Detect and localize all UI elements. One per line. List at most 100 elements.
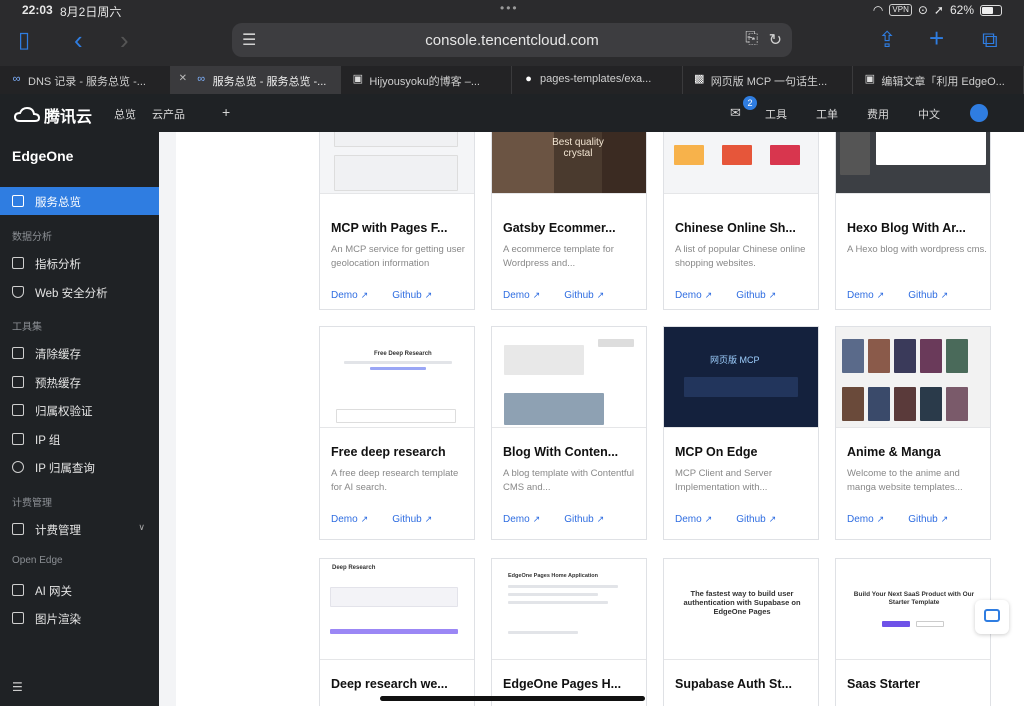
card-links: Demo ↗ Github ↗ (503, 290, 604, 301)
sidebar-item-overview[interactable]: 服务总览 (0, 187, 159, 215)
github-link[interactable]: Github ↗ (736, 514, 776, 525)
nav-tools[interactable]: 工具 (765, 106, 787, 122)
card-title[interactable]: Blog With Conten... (503, 445, 618, 459)
chevron-down-icon: ∨ (138, 522, 145, 532)
card-links: Demo ↗ Github ↗ (675, 290, 776, 301)
template-card[interactable]: Blog With Conten... A blog template with… (491, 326, 647, 540)
github-link[interactable]: Github ↗ (908, 290, 948, 301)
card-description: A list of popular Chinese online shoppin… (675, 244, 806, 269)
sidebar-item-metrics[interactable]: 指标分析 (0, 249, 159, 277)
sidebar-item-ip-lookup[interactable]: IP 归属查询 (0, 453, 159, 481)
avatar[interactable] (970, 104, 988, 122)
demo-link[interactable]: Demo ↗ (503, 514, 540, 525)
nav-billing[interactable]: 费用 (867, 106, 889, 122)
nav-products[interactable]: 云产品 (152, 106, 185, 122)
card-title[interactable]: Deep research we... (331, 677, 448, 691)
address-bar[interactable]: ☰ console.tencentcloud.com ⎘ ↻ (232, 23, 792, 57)
sidebar-item-label: 归属权验证 (35, 406, 93, 418)
nav-overview[interactable]: 总览 (114, 106, 136, 122)
tabs-overview-icon[interactable]: ⧉ (982, 28, 998, 52)
mail-icon[interactable]: ✉ (730, 105, 741, 121)
reload-icon[interactable]: ↻ (769, 30, 782, 50)
sidebar-item-label: 服务总览 (35, 197, 81, 209)
card-title[interactable]: Anime & Manga (847, 445, 941, 459)
card-title[interactable]: Chinese Online Sh... (675, 221, 796, 235)
sidebar-item-image-render[interactable]: 图片渲染 (0, 604, 159, 632)
template-card[interactable]: Anime & Manga Welcome to the anime and m… (835, 326, 991, 540)
card-title[interactable]: MCP On Edge (675, 445, 757, 459)
demo-link[interactable]: Demo ↗ (675, 514, 712, 525)
template-card[interactable]: Build Your Next SaaS Product with Our St… (835, 558, 991, 706)
github-link[interactable]: Github ↗ (392, 514, 432, 525)
purge-icon (12, 347, 24, 359)
status-right: ◠ VPN ⊙ ➚ 62% (873, 3, 1002, 17)
nav-language[interactable]: 中文 (918, 106, 940, 122)
sidebar-item-ai-gateway[interactable]: AI 网关 (0, 576, 159, 604)
sidebar-section-tools: 工具集 (12, 322, 42, 333)
nav-tickets[interactable]: 工单 (816, 106, 838, 122)
card-title[interactable]: MCP with Pages F... (331, 221, 447, 235)
template-card[interactable]: EdgeOne Pages Home Application EdgeOne P… (491, 558, 647, 706)
blog-favicon-icon: ▣ (352, 73, 364, 85)
card-title[interactable]: Gatsby Ecommer... (503, 221, 616, 235)
tencent-cloud-logo[interactable]: 腾讯云 (14, 103, 92, 127)
sidebar-toggle-icon[interactable]: ▯ (18, 28, 30, 52)
tab-mcp[interactable]: ▩ 网页版 MCP 一句话生... (683, 66, 854, 94)
multitask-dots-icon[interactable]: ••• (500, 1, 519, 15)
sidebar-item-ownership[interactable]: 归属权验证 (0, 396, 159, 424)
demo-link[interactable]: Demo ↗ (847, 290, 884, 301)
verify-icon (12, 404, 24, 416)
home-indicator[interactable] (380, 696, 645, 701)
notification-badge: 2 (743, 96, 757, 110)
github-link[interactable]: Github ↗ (564, 290, 604, 301)
github-link[interactable]: Github ↗ (564, 514, 604, 525)
chat-support-button[interactable] (975, 600, 1009, 634)
github-link[interactable]: Github ↗ (392, 290, 432, 301)
github-icon: ● (525, 73, 532, 85)
card-thumbnail: Deep Research (320, 559, 474, 660)
share-icon[interactable]: ⇪ (878, 28, 896, 52)
back-icon[interactable]: ‹ (74, 27, 83, 53)
demo-link[interactable]: Demo ↗ (331, 290, 368, 301)
sidebar-item-billing[interactable]: 计费管理 ∨ (0, 515, 159, 543)
template-card[interactable]: Hexo Blog With Ar... A Hexo blog with wo… (835, 132, 991, 310)
sidebar-item-ip-group[interactable]: IP 组 (0, 425, 159, 453)
sidebar-item-prefetch-cache[interactable]: 预热缓存 (0, 368, 159, 396)
card-links: Demo ↗ Github ↗ (847, 514, 948, 525)
card-title[interactable]: Free deep research (331, 445, 446, 459)
tab-overview[interactable]: ✕ ∞ 服务总览 - 服务总览 -... (170, 66, 342, 94)
url-text[interactable]: console.tencentcloud.com (232, 32, 792, 49)
github-link[interactable]: Github ↗ (736, 290, 776, 301)
sidebar-item-purge-cache[interactable]: 清除缓存 (0, 339, 159, 367)
close-tab-icon[interactable]: ✕ (179, 73, 187, 84)
card-title[interactable]: Supabase Auth St... (675, 677, 792, 691)
template-card[interactable]: 网页版 MCP MCP On Edge MCP Client and Serve… (663, 326, 819, 540)
template-card[interactable]: Free Deep Research Free deep research A … (319, 326, 475, 540)
template-card[interactable]: Deep Research Deep research we... (319, 558, 475, 706)
tab-dns[interactable]: ∞ DNS 记录 - 服务总览 -... (0, 66, 171, 94)
cloud-logo-icon (14, 106, 40, 122)
mcp-favicon-icon: ▩ (693, 73, 705, 85)
demo-link[interactable]: Demo ↗ (503, 290, 540, 301)
demo-link[interactable]: Demo ↗ (675, 290, 712, 301)
card-description: Welcome to the anime and manga website t… (847, 468, 963, 493)
card-title[interactable]: EdgeOne Pages H... (503, 677, 621, 691)
tab-github[interactable]: ● pages-templates/exa... (512, 66, 683, 94)
collapse-sidebar-icon[interactable]: ☰ (12, 680, 23, 694)
template-card[interactable]: Best quality crystal Gatsby Ecommer... A… (491, 132, 647, 310)
sidebar-item-web-security[interactable]: Web 安全分析 (0, 278, 159, 306)
github-link[interactable]: Github ↗ (908, 514, 948, 525)
forward-icon[interactable]: › (120, 27, 129, 53)
tab-edit[interactable]: ▣ 编辑文章「利用 EdgeO... (853, 66, 1024, 94)
demo-link[interactable]: Demo ↗ (331, 514, 368, 525)
new-tab-icon[interactable]: + (929, 25, 944, 51)
template-card[interactable]: The fastest way to build user authentica… (663, 558, 819, 706)
card-title[interactable]: Saas Starter (847, 677, 920, 691)
card-title[interactable]: Hexo Blog With Ar... (847, 221, 966, 235)
nav-add[interactable]: + (222, 104, 230, 120)
demo-link[interactable]: Demo ↗ (847, 514, 884, 525)
template-card[interactable]: Chinese Online Sh... A list of popular C… (663, 132, 819, 310)
template-card[interactable]: MCP with Pages F... An MCP service for g… (319, 132, 475, 310)
tab-blog[interactable]: ▣ Hijyousyoku的博客 –... (341, 66, 513, 94)
translate-icon[interactable]: ⎘ (745, 30, 758, 48)
